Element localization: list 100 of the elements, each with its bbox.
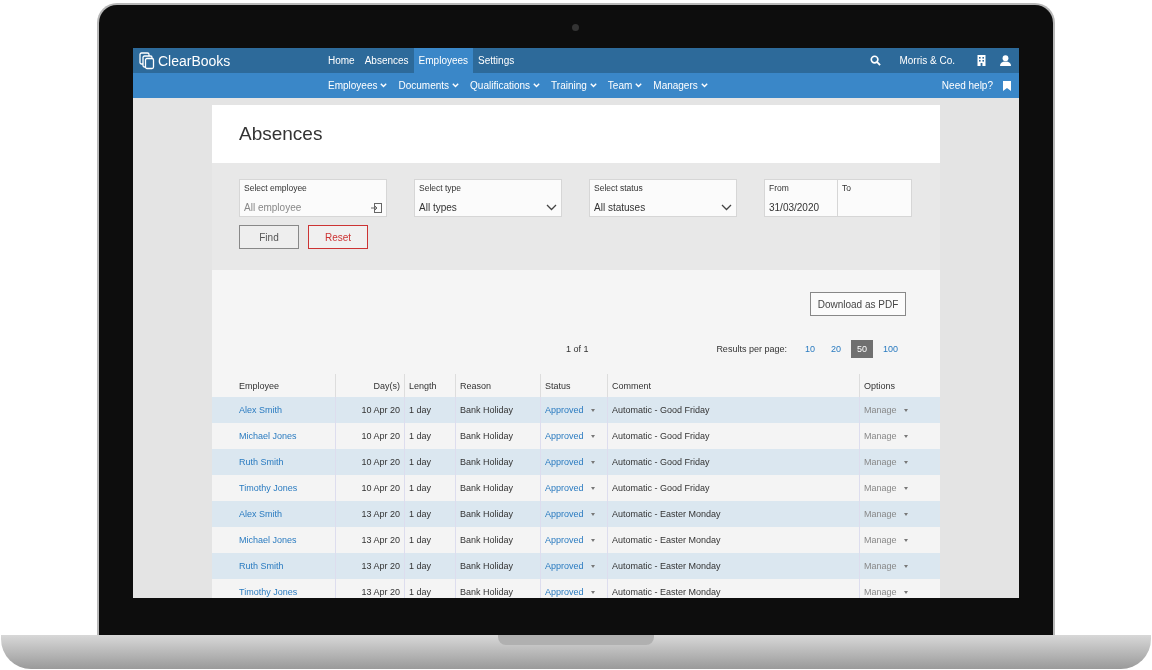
table-cell: 1 day xyxy=(404,397,456,423)
page-size-option[interactable]: 20 xyxy=(824,340,847,358)
table-cell: Bank Holiday xyxy=(455,397,541,423)
user-icon[interactable] xyxy=(1000,55,1011,66)
sub-nav-item[interactable]: Training xyxy=(551,80,597,91)
manage-dropdown[interactable]: Manage xyxy=(864,587,897,597)
manage-dropdown[interactable]: Manage xyxy=(864,483,897,493)
sub-nav-item[interactable]: Managers xyxy=(653,80,708,91)
caret-icon xyxy=(903,408,908,412)
results-per-page-label: Results per page: xyxy=(716,344,787,354)
table-cell: 1 day xyxy=(404,501,456,527)
page-size-option[interactable]: 100 xyxy=(876,340,904,358)
nav-tab[interactable]: Settings xyxy=(473,48,520,73)
employee-link[interactable]: Michael Jones xyxy=(239,431,297,441)
status-dropdown[interactable]: Approved xyxy=(545,587,584,597)
caret-icon xyxy=(903,564,908,568)
nav-tab[interactable]: Home xyxy=(323,48,360,73)
chevron-down-icon xyxy=(721,204,732,211)
status-dropdown[interactable]: Approved xyxy=(545,483,584,493)
page-size-option[interactable]: 10 xyxy=(798,340,821,358)
table-cell: Bank Holiday xyxy=(455,501,541,527)
building-icon[interactable] xyxy=(977,55,986,66)
download-pdf-button[interactable]: Download as PDF xyxy=(810,292,906,316)
nav-tab[interactable]: Employees xyxy=(413,48,474,73)
table-cell: Bank Holiday xyxy=(455,527,541,553)
caret-icon xyxy=(903,512,908,516)
sub-nav-item[interactable]: Qualifications xyxy=(470,80,541,91)
reset-button[interactable]: Reset xyxy=(308,225,368,249)
chevron-down-icon xyxy=(589,83,597,88)
table-cell: 10 Apr 20 xyxy=(335,449,405,475)
brand-logo: ClearBooks xyxy=(133,48,323,73)
table-cell: Automatic - Easter Monday xyxy=(607,553,860,579)
table-cell: Automatic - Good Friday xyxy=(607,475,860,501)
table-cell: Bank Holiday xyxy=(455,579,541,598)
caret-icon xyxy=(903,486,908,490)
table-cell: Bank Holiday xyxy=(455,423,541,449)
status-dropdown[interactable]: Approved xyxy=(545,509,584,519)
sub-nav-item[interactable]: Documents xyxy=(398,80,460,91)
page-title: Absences xyxy=(239,123,323,145)
table-cell: 1 day xyxy=(404,553,456,579)
nav-tab[interactable]: Absences xyxy=(359,48,414,73)
employee-input[interactable]: All employee xyxy=(244,202,354,213)
caret-icon xyxy=(903,434,908,438)
table-cell: Bank Holiday xyxy=(455,475,541,501)
employee-link[interactable]: Ruth Smith xyxy=(239,457,284,467)
type-select[interactable]: Select type All types xyxy=(414,179,562,217)
table-cell: Automatic - Good Friday xyxy=(607,397,860,423)
status-dropdown[interactable]: Approved xyxy=(545,457,584,467)
employee-link[interactable]: Timothy Jones xyxy=(239,483,298,493)
table-cell: 13 Apr 20 xyxy=(335,579,405,598)
to-date-field[interactable]: To xyxy=(838,179,912,217)
manage-dropdown[interactable]: Manage xyxy=(864,405,897,415)
status-dropdown[interactable]: Approved xyxy=(545,535,584,545)
table-cell: Automatic - Good Friday xyxy=(607,449,860,475)
manage-dropdown[interactable]: Manage xyxy=(864,509,897,519)
manage-dropdown[interactable]: Manage xyxy=(864,457,897,467)
bookmark-icon[interactable] xyxy=(1003,80,1011,91)
chevron-down-icon xyxy=(533,83,541,88)
status-select[interactable]: Select status All statuses xyxy=(589,179,737,217)
employee-link[interactable]: Ruth Smith xyxy=(239,561,284,571)
status-dropdown[interactable]: Approved xyxy=(545,405,584,415)
logo-icon xyxy=(139,51,155,70)
table-cell: Automatic - Good Friday xyxy=(607,423,860,449)
employee-link[interactable]: Alex Smith xyxy=(239,509,282,519)
table-cell: 10 Apr 20 xyxy=(335,475,405,501)
employee-select[interactable]: Select employee All employee xyxy=(239,179,387,217)
table-cell: 1 day xyxy=(404,475,456,501)
table-cell: Automatic - Easter Monday xyxy=(607,501,860,527)
table-cell: 1 day xyxy=(404,449,456,475)
camera-icon xyxy=(572,24,579,31)
employee-link[interactable]: Timothy Jones xyxy=(239,587,298,597)
manage-dropdown[interactable]: Manage xyxy=(864,535,897,545)
sub-nav-item[interactable]: Team xyxy=(607,80,643,91)
page-size-option[interactable]: 50 xyxy=(850,340,873,358)
caret-icon xyxy=(903,590,908,594)
status-dropdown[interactable]: Approved xyxy=(545,561,584,571)
table-cell: Automatic - Easter Monday xyxy=(607,527,860,553)
search-icon[interactable] xyxy=(870,55,882,66)
table-cell: 13 Apr 20 xyxy=(335,501,405,527)
chevron-down-icon xyxy=(380,83,388,88)
column-header: Employee xyxy=(212,374,336,397)
sub-nav-item[interactable]: Employees xyxy=(328,80,388,91)
table-cell: Automatic - Easter Monday xyxy=(607,579,860,598)
page-count: 1 of 1 xyxy=(566,344,589,354)
employee-link[interactable]: Alex Smith xyxy=(239,405,282,415)
status-dropdown[interactable]: Approved xyxy=(545,431,584,441)
caret-icon xyxy=(590,564,595,568)
from-date-field[interactable]: From 31/03/2020 xyxy=(764,179,838,217)
caret-icon xyxy=(590,590,595,594)
employee-link[interactable]: Michael Jones xyxy=(239,535,297,545)
manage-dropdown[interactable]: Manage xyxy=(864,561,897,571)
caret-icon xyxy=(590,408,595,412)
find-button[interactable]: Find xyxy=(239,225,299,249)
help-link[interactable]: Need help? xyxy=(941,80,993,91)
caret-icon xyxy=(903,460,908,464)
chevron-down-icon xyxy=(452,83,460,88)
company-name[interactable]: Morris & Co. xyxy=(899,55,955,66)
table-cell: 13 Apr 20 xyxy=(335,527,405,553)
manage-dropdown[interactable]: Manage xyxy=(864,431,897,441)
chevron-down-icon xyxy=(546,204,557,211)
